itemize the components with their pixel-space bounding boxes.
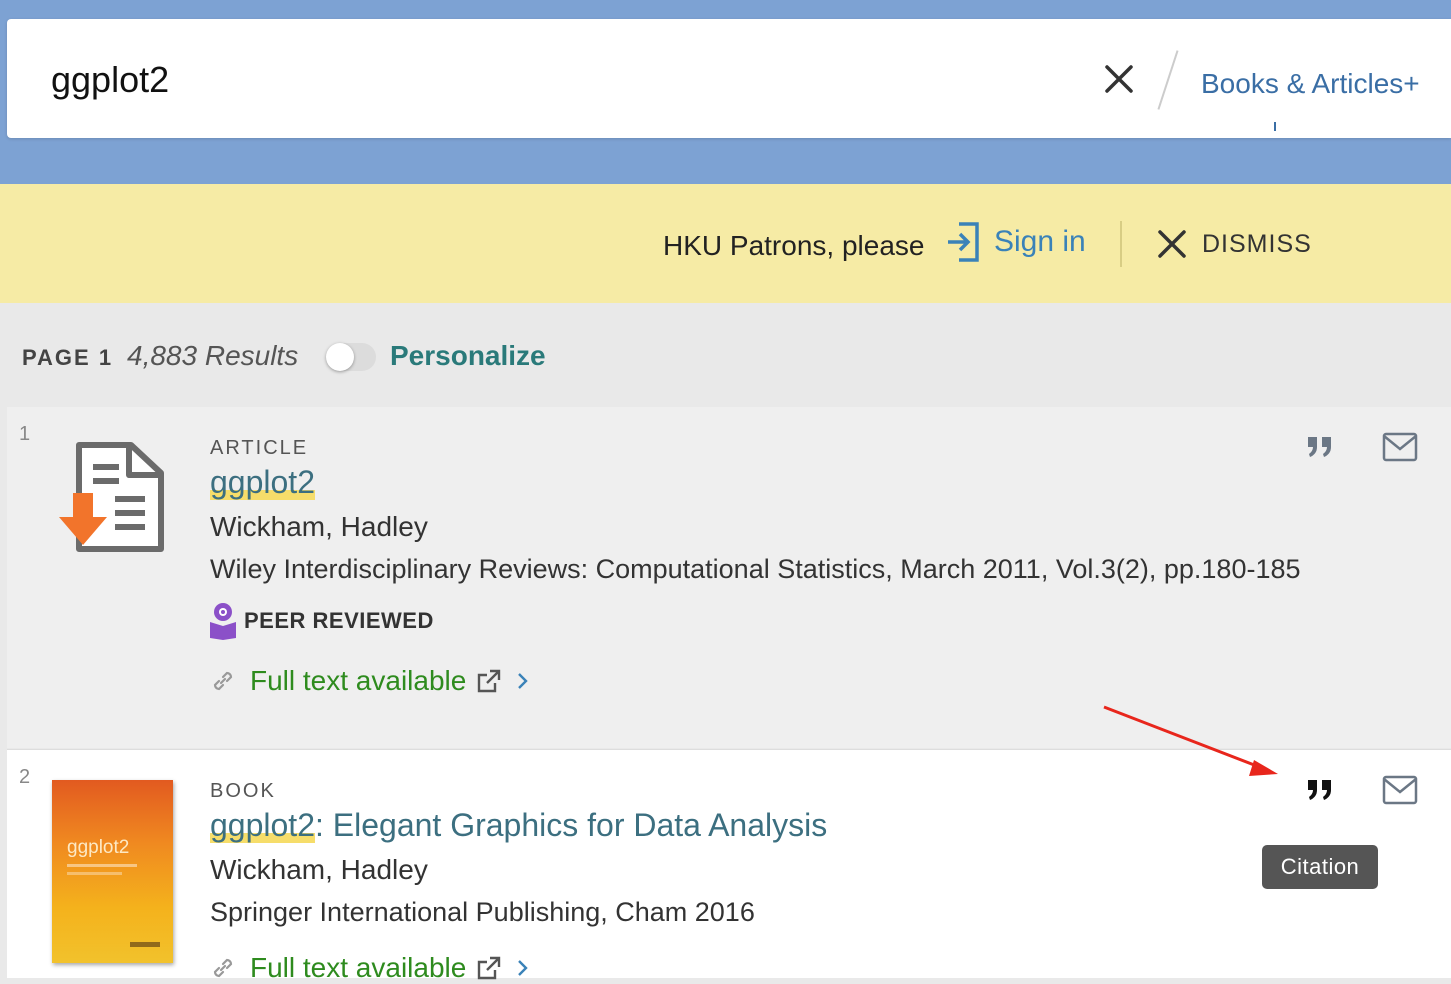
clear-search-icon[interactable] [1103, 63, 1135, 95]
result-number: 2 [19, 766, 31, 788]
close-icon [1158, 230, 1186, 258]
result-title[interactable]: ggplot2 [210, 464, 315, 501]
signin-icon [948, 222, 979, 262]
personalize-toggle[interactable] [326, 343, 376, 371]
book-cover-title: ggplot2 [67, 837, 130, 858]
signin-button[interactable]: Sign in [946, 220, 1086, 264]
link-icon [213, 958, 233, 978]
results-count: 4,883 Results [127, 340, 299, 371]
result-type: BOOK [210, 780, 276, 802]
availability-label: Full text available [250, 665, 467, 696]
result-publication: Wiley Interdisciplinary Reviews: Computa… [210, 554, 1301, 584]
external-link-icon [478, 669, 501, 693]
signin-banner: HKU Patrons, please Sign in DISMISS [0, 184, 1451, 303]
citation-tooltip: Citation [1262, 845, 1378, 889]
chevron-right-icon [518, 673, 529, 689]
result-type: ARTICLE [210, 437, 309, 459]
peer-reviewed-badge: PEER REVIEWED [208, 602, 434, 640]
email-icon[interactable] [1382, 432, 1418, 462]
scope-dropdown-tick [1274, 122, 1276, 131]
article-download-icon [59, 442, 164, 552]
link-icon [213, 671, 233, 691]
cover-line [67, 872, 122, 875]
result-number: 1 [19, 423, 31, 445]
title-highlight: ggplot2 [210, 807, 315, 843]
page-indicator: PAGE 1 [22, 345, 114, 370]
citation-icon[interactable] [1306, 435, 1334, 459]
full-text-link[interactable]: Full text available [210, 952, 530, 984]
signin-label: Sign in [994, 225, 1086, 258]
cover-line [67, 864, 137, 867]
publisher-logo [130, 942, 160, 947]
result-item: 1 ARTICLE ggplot2 Wickham, Hadley Wiley … [7, 407, 1451, 748]
banner-divider [1120, 221, 1122, 267]
external-link-icon [478, 956, 501, 980]
chevron-right-icon [518, 960, 529, 976]
title-highlight: ggplot2 [210, 464, 315, 500]
email-icon[interactable] [1382, 775, 1418, 805]
banner-message: HKU Patrons, please [663, 230, 925, 261]
results-bar: PAGE 1 4,883 Results Personalize [0, 303, 1451, 407]
full-text-link[interactable]: Full text available [210, 665, 530, 697]
search-input[interactable] [51, 55, 951, 105]
result-author: Wickham, Hadley [210, 854, 428, 885]
search-box: Books & Articles+ [7, 19, 1451, 138]
availability-label: Full text available [250, 952, 467, 983]
result-title[interactable]: ggplot2: Elegant Graphics for Data Analy… [210, 807, 827, 844]
peer-reviewed-icon [210, 603, 236, 640]
result-publication: Springer International Publishing, Cham … [210, 897, 755, 927]
search-header: Books & Articles+ [0, 0, 1451, 184]
result-author: Wickham, Hadley [210, 511, 428, 542]
search-divider [1157, 50, 1179, 110]
dismiss-button[interactable]: DISMISS [1156, 228, 1312, 260]
peer-reviewed-label: PEER REVIEWED [244, 608, 434, 633]
personalize-label[interactable]: Personalize [390, 340, 546, 372]
citation-icon[interactable] [1306, 778, 1334, 802]
book-cover: ggplot2 [52, 780, 173, 963]
dismiss-label: DISMISS [1202, 229, 1312, 258]
toggle-knob [326, 343, 354, 371]
title-rest: : Elegant Graphics for Data Analysis [314, 807, 828, 843]
result-item: 2 ggplot2 BOOK ggplot2: Elegant Graphics… [7, 749, 1451, 983]
search-scope-selector[interactable]: Books & Articles+ [1201, 68, 1420, 100]
